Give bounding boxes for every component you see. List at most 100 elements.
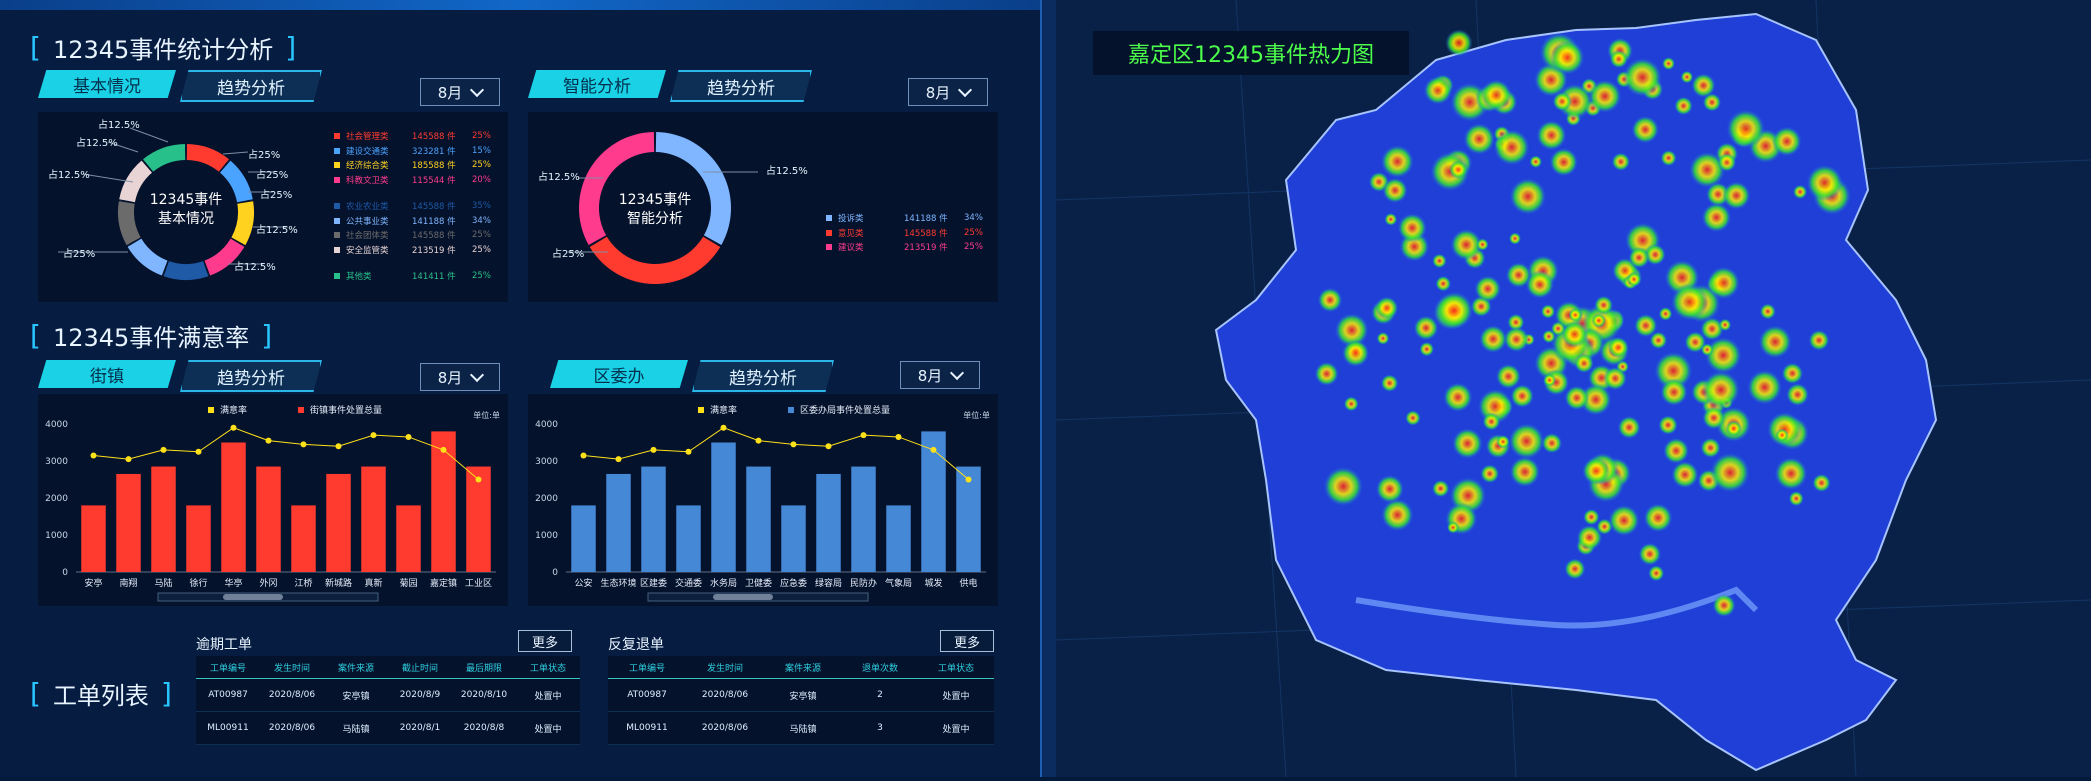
bar[interactable] (606, 473, 631, 572)
tab-district-office[interactable]: 区委办 (550, 360, 688, 388)
line-point[interactable] (125, 456, 132, 463)
line-point[interactable] (405, 433, 412, 440)
bar[interactable] (361, 466, 386, 572)
heat-spot (1480, 464, 1500, 484)
donut-slice[interactable] (143, 144, 186, 172)
donut-slice[interactable] (579, 132, 655, 246)
tab-street[interactable]: 街镇 (38, 360, 176, 388)
table-row[interactable]: AT00987 2020/8/06 安亭镇 2 处置中 (608, 679, 994, 712)
x-tick-label: 交通委 (675, 577, 702, 589)
legend-item: 科教文卫类 115544 件 20% (334, 174, 492, 186)
donut-slice[interactable] (655, 132, 731, 246)
tab-smart[interactable]: 智能分析 (528, 70, 666, 98)
line-point[interactable] (90, 452, 97, 459)
line-point[interactable] (580, 452, 587, 459)
heatmap-panel[interactable] (1055, 0, 2091, 778)
bar[interactable] (186, 505, 211, 572)
line-point[interactable] (440, 446, 447, 453)
tab-smart-trend[interactable]: 趋势分析 (670, 70, 812, 102)
donut-slice[interactable] (127, 238, 168, 276)
legend-value: 141188 件 (412, 216, 456, 227)
line-point[interactable] (475, 476, 482, 483)
bar[interactable] (851, 466, 876, 572)
line-point[interactable] (615, 456, 622, 463)
tab-district-trend[interactable]: 趋势分析 (692, 360, 834, 392)
heat-spot (1717, 153, 1737, 172)
bar[interactable] (781, 505, 806, 572)
y-tick-label: 4000 (535, 420, 558, 430)
heat-spot (1382, 177, 1408, 204)
bar[interactable] (221, 442, 246, 573)
bar[interactable] (816, 473, 841, 572)
overdue-more-button[interactable]: 更多 (518, 630, 572, 652)
donut-slice[interactable] (119, 160, 152, 203)
bar[interactable] (676, 505, 701, 572)
donut-slice[interactable] (163, 261, 209, 280)
chevron-down-icon (470, 367, 485, 382)
heatmap-canvas[interactable] (1055, 0, 2091, 778)
bar[interactable] (291, 505, 316, 572)
heat-spot (1725, 420, 1742, 437)
table-row[interactable]: ML00911 2020/8/06 马陆镇 3 处置中 (608, 712, 994, 745)
line-point[interactable] (195, 448, 202, 455)
district-month-select[interactable]: 8月 (900, 361, 980, 389)
street-month-select[interactable]: 8月 (420, 363, 500, 391)
line-point[interactable] (790, 441, 797, 448)
chart-scrollbar-thumb[interactable] (713, 594, 773, 600)
line-point[interactable] (755, 437, 762, 444)
table-cell: 2020/8/10 (460, 690, 508, 700)
orders-title-text: 工单列表 (52, 682, 149, 710)
donut-slice[interactable] (231, 201, 254, 246)
table-cell: 2020/8/8 (463, 723, 505, 733)
bar[interactable] (886, 505, 911, 572)
tab-stats-trend[interactable]: 趋势分析 (180, 70, 322, 102)
donut-slice[interactable] (118, 201, 141, 246)
x-tick-label: 区建委 (640, 577, 667, 589)
tab-basic[interactable]: 基本情况 (38, 70, 176, 98)
smart-month-select[interactable]: 8月 (908, 78, 988, 106)
y-tick-label: 1000 (45, 531, 68, 541)
heat-spot (1617, 415, 1641, 439)
line-point[interactable] (965, 476, 972, 483)
returned-more-button[interactable]: 更多 (940, 630, 994, 652)
bar[interactable] (116, 473, 141, 572)
line-point[interactable] (685, 448, 692, 455)
table-row[interactable]: ML00911 2020/8/06 马陆镇 2020/8/1 2020/8/8 处置中 (196, 712, 580, 745)
line-point[interactable] (335, 443, 342, 450)
bar[interactable] (256, 466, 281, 572)
stats-month-select[interactable]: 8月 (420, 78, 500, 106)
table-row[interactable]: AT00987 2020/8/06 安亭镇 2020/8/9 2020/8/10 处置中 (196, 679, 580, 712)
tab-street-trend[interactable]: 趋势分析 (180, 360, 322, 392)
bar[interactable] (746, 466, 771, 572)
bar[interactable] (711, 442, 736, 573)
line-point[interactable] (370, 432, 377, 439)
heat-spot (1432, 253, 1447, 269)
legend-item: 意见类 145588 件 25% (826, 227, 984, 239)
line-point[interactable] (720, 424, 727, 431)
donut-slice[interactable] (589, 236, 721, 284)
bar[interactable] (396, 505, 421, 572)
bar[interactable] (571, 505, 596, 572)
legend-name: 建议类 (838, 243, 864, 253)
line-point[interactable] (895, 433, 902, 440)
line-point[interactable] (160, 446, 167, 453)
heat-spot (1583, 508, 1600, 526)
bar[interactable] (81, 505, 106, 572)
donut-slice[interactable] (220, 160, 253, 203)
line-point[interactable] (650, 446, 657, 453)
bar[interactable] (151, 466, 176, 572)
chart-legend-label: 街镇事件处置总量 (310, 404, 382, 416)
line-point[interactable] (930, 446, 937, 453)
heat-spot (1443, 382, 1473, 412)
line-point[interactable] (265, 437, 272, 444)
chart-scrollbar-thumb[interactable] (223, 594, 283, 600)
line-point[interactable] (230, 424, 237, 431)
heat-spot (1509, 456, 1541, 488)
bar[interactable] (326, 473, 351, 572)
line-point[interactable] (300, 441, 307, 448)
legend-value: 145588 件 (412, 132, 456, 142)
line-point[interactable] (825, 443, 832, 450)
line-point[interactable] (860, 432, 867, 439)
bar[interactable] (641, 466, 666, 572)
donut-slice[interactable] (186, 144, 229, 172)
